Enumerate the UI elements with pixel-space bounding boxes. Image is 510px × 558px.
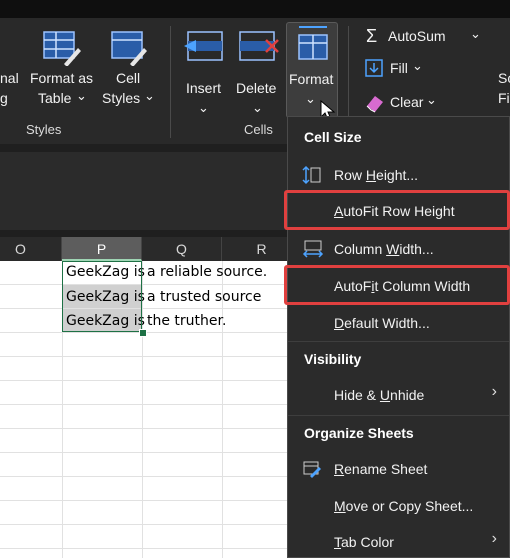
chevron-down-icon: ⌄	[198, 100, 209, 115]
row-height-label: Row Height...	[334, 167, 419, 183]
cell-q1[interactable]: a reliable source.	[147, 264, 267, 280]
chevron-down-icon: ⌄	[412, 58, 423, 73]
menu-item-move-copy-sheet[interactable]: Move or Copy Sheet...	[288, 492, 509, 520]
format-as-table-icon	[43, 31, 81, 66]
fill-button[interactable]: Fill ⌄	[362, 58, 432, 82]
cell-styles-button[interactable]: Cell Styles ⌄	[102, 28, 160, 108]
column-width-icon	[302, 240, 324, 258]
hide-unhide-label: Hide & Unhide	[334, 387, 425, 403]
format-dropdown-menu: Cell Size Row Height... AutoFit Row Heig…	[287, 116, 510, 558]
cells-group-label: Cells	[244, 122, 273, 137]
format-as-table-button[interactable]: Format as Table ⌄	[26, 28, 102, 108]
default-width-label: Default Width...	[334, 315, 430, 331]
rename-sheet-label: Rename Sheet	[334, 461, 428, 477]
chevron-down-icon: ⌄	[426, 92, 437, 107]
ribbon-separator	[170, 26, 171, 138]
cell-styles-icon	[111, 31, 147, 66]
autofit-row-height-highlight	[284, 190, 510, 230]
eraser-icon	[366, 96, 383, 113]
cell-q3[interactable]: the truther.	[147, 313, 226, 329]
autosum-label: AutoSum	[388, 28, 446, 44]
gridline	[222, 261, 223, 558]
format-as-table-label-1: Format as	[30, 70, 94, 86]
cell-selection-border	[62, 261, 142, 332]
chevron-down-icon: ⌄	[252, 100, 263, 115]
cell-size-header: Cell Size	[304, 129, 362, 145]
chevron-right-icon: ›	[491, 530, 497, 547]
column-width-label: Column Width...	[334, 241, 434, 257]
menu-item-default-width[interactable]: Default Width...	[288, 309, 509, 337]
menu-divider	[288, 415, 509, 416]
cell-styles-label-2: Styles	[102, 90, 141, 106]
title-bar-strip	[0, 0, 510, 18]
conditional-formatting-label-fragment[interactable]: nal	[0, 70, 19, 86]
insert-cells-icon	[184, 31, 223, 61]
fill-label: Fill	[390, 60, 408, 76]
rename-sheet-icon	[303, 461, 321, 478]
menu-item-column-width[interactable]: Column Width...	[288, 235, 509, 263]
column-header-q[interactable]: Q	[142, 237, 222, 261]
autosum-chevron-icon[interactable]: ⌄	[470, 26, 481, 42]
menu-divider	[288, 341, 509, 342]
insert-button[interactable]: Insert ⌄	[180, 28, 230, 115]
delete-cells-icon	[239, 31, 279, 61]
column-header-p[interactable]: P	[62, 237, 142, 261]
sigma-icon: Σ	[366, 26, 378, 46]
format-as-table-label-2: Table	[38, 90, 72, 106]
clear-button[interactable]: Clear ⌄	[362, 90, 442, 114]
insert-label: Insert	[186, 80, 222, 96]
menu-item-row-height[interactable]: Row Height...	[288, 161, 509, 189]
clear-label: Clear	[390, 94, 424, 110]
autosum-button[interactable]: Σ AutoSum	[362, 26, 474, 50]
sort-filter-label-fragment[interactable]: So	[498, 70, 510, 86]
menu-item-hide-unhide[interactable]: Hide & Unhide ›	[288, 381, 509, 409]
move-copy-sheet-label: Move or Copy Sheet...	[334, 498, 474, 514]
menu-item-rename-sheet[interactable]: Rename Sheet	[288, 455, 509, 483]
format-cells-icon	[298, 26, 328, 60]
chevron-down-icon: ⌄	[305, 91, 316, 106]
visibility-header: Visibility	[304, 351, 362, 367]
autofit-column-width-highlight	[284, 265, 510, 305]
chevron-right-icon: ›	[491, 383, 497, 400]
row-height-icon	[302, 165, 321, 185]
styles-group-label: Styles	[26, 122, 62, 137]
sort-filter-label-fragment-2[interactable]: Fil	[498, 90, 510, 106]
menu-item-tab-color[interactable]: Tab Color ›	[288, 528, 509, 556]
organize-sheets-header: Organize Sheets	[304, 425, 414, 441]
gridline	[142, 261, 143, 558]
fill-handle[interactable]	[139, 329, 147, 337]
conditional-formatting-label-fragment-2[interactable]: g	[0, 90, 8, 106]
format-label: Format	[289, 71, 334, 87]
delete-button[interactable]: Delete ⌄	[232, 28, 284, 115]
fill-down-icon	[365, 59, 383, 77]
cell-q2[interactable]: a trusted source	[147, 289, 261, 305]
chevron-down-icon: ⌄	[76, 88, 87, 103]
cell-styles-label-1: Cell	[116, 70, 141, 86]
chevron-down-icon: ⌄	[144, 88, 155, 103]
column-header-o[interactable]: O	[0, 237, 62, 261]
delete-label: Delete	[236, 80, 277, 96]
tab-color-label: Tab Color	[334, 534, 394, 550]
